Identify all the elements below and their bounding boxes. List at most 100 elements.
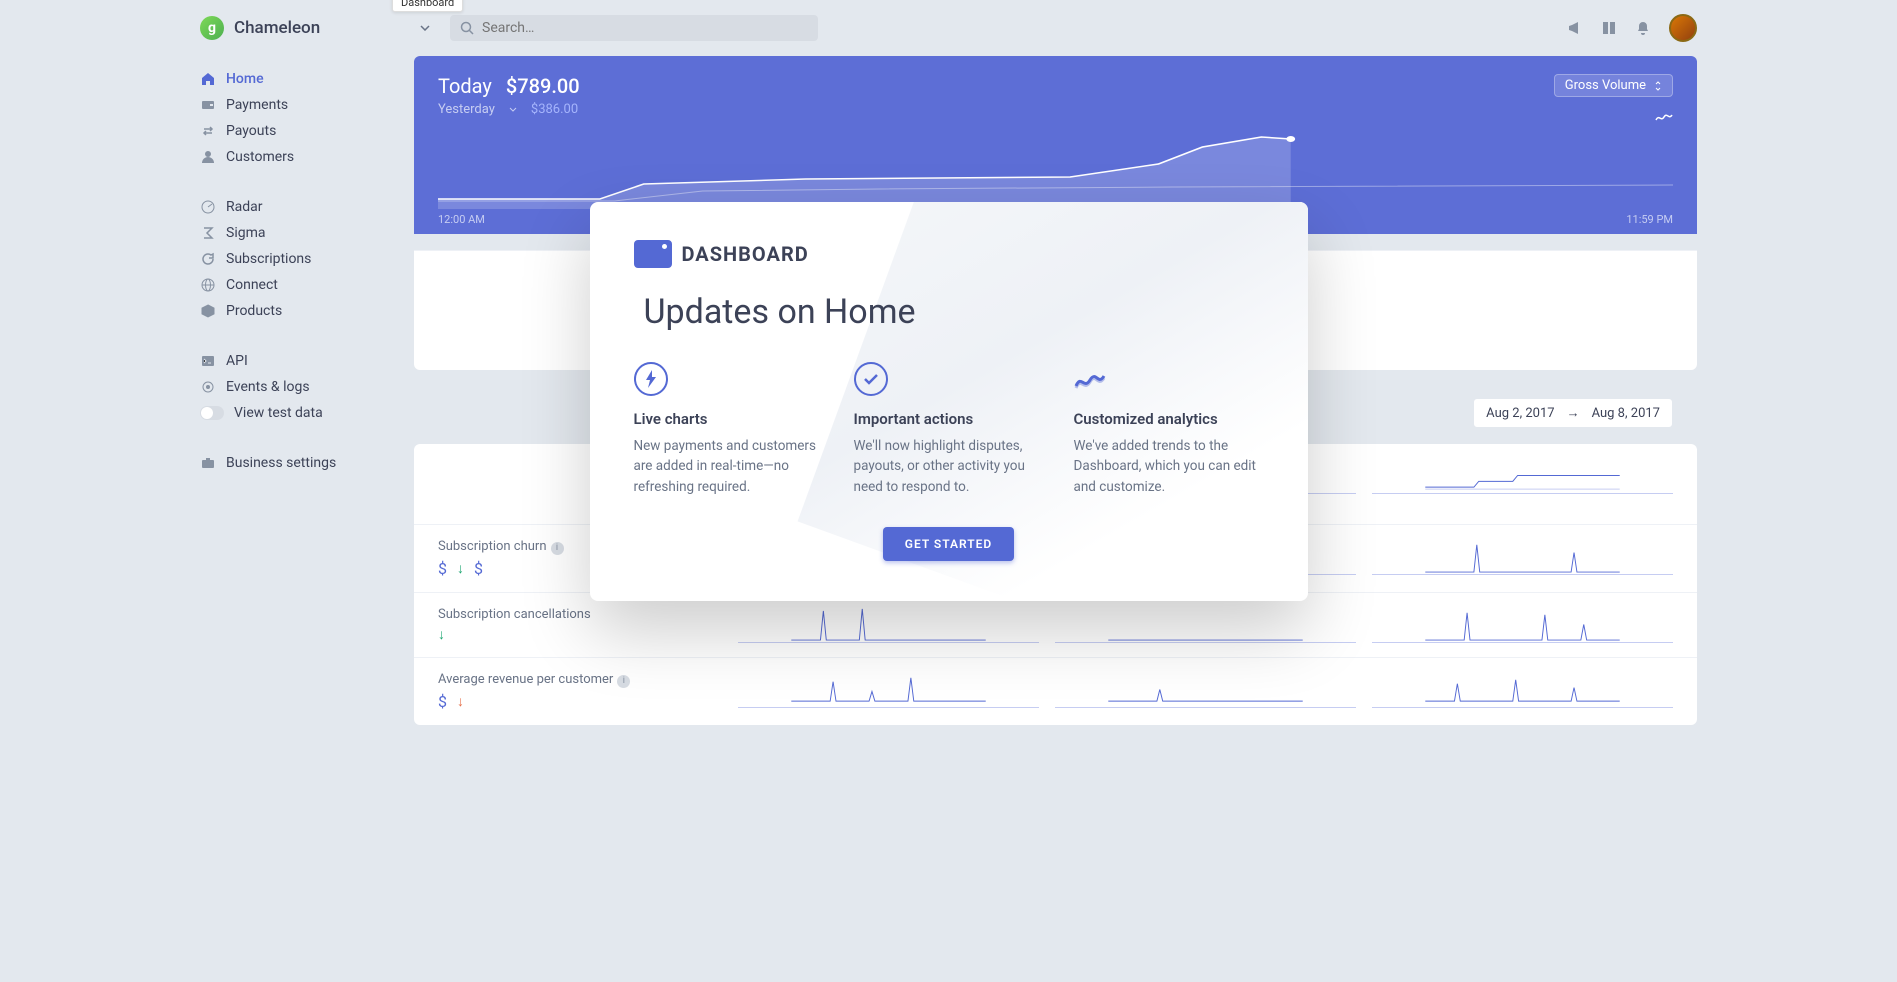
feature-title: Important actions bbox=[854, 410, 1044, 428]
feature-body: New payments and customers are added in … bbox=[634, 436, 824, 497]
metric-select[interactable]: Gross Volume bbox=[1554, 74, 1673, 97]
home-icon bbox=[200, 71, 216, 87]
feature-body: We'll now highlight disputes, payouts, o… bbox=[854, 436, 1044, 497]
sidebar-item-connect[interactable]: Connect bbox=[200, 272, 390, 298]
arrow-down-icon: ↓ bbox=[457, 560, 464, 577]
feature-live-charts: Live charts New payments and customers ar… bbox=[634, 362, 824, 497]
sidebar: Home Payments Payouts Customers Radar Sigma S… bbox=[200, 56, 390, 982]
sidebar-item-sigma[interactable]: Sigma bbox=[200, 220, 390, 246]
bell-icon[interactable] bbox=[1635, 20, 1651, 36]
docs-icon[interactable] bbox=[1601, 20, 1617, 36]
feature-title: Customized analytics bbox=[1074, 410, 1264, 428]
sidebar-item-events-logs[interactable]: Events & logs bbox=[200, 374, 390, 400]
sidebar-item-label: API bbox=[226, 353, 248, 369]
radar-icon bbox=[200, 199, 216, 215]
search-box[interactable] bbox=[450, 15, 818, 41]
header-actions bbox=[1567, 14, 1697, 42]
bolt-icon bbox=[634, 362, 668, 396]
feature-customized-analytics: Customized analytics We've added trends t… bbox=[1074, 362, 1264, 497]
feature-body: We've added trends to the Dashboard, whi… bbox=[1074, 436, 1264, 497]
sidebar-item-label: Business settings bbox=[226, 455, 336, 471]
sidebar-item-label: View test data bbox=[234, 405, 323, 421]
box-icon bbox=[200, 303, 216, 319]
wave-icon bbox=[1074, 362, 1108, 396]
account-dropdown[interactable]: Dashboard bbox=[412, 15, 438, 41]
modal-logo-text: DASHBOARD bbox=[682, 242, 809, 266]
arrow-down-icon: ↓ bbox=[438, 626, 445, 643]
today-amount: $789.00 bbox=[506, 74, 580, 98]
metric-compare: $ bbox=[474, 559, 483, 578]
sidebar-item-label: Events & logs bbox=[226, 379, 310, 395]
yesterday-label: Yesterday bbox=[438, 102, 495, 117]
search-icon bbox=[460, 21, 474, 35]
sidebar-item-radar[interactable]: Radar bbox=[200, 194, 390, 220]
briefcase-icon bbox=[200, 455, 216, 471]
sidebar-item-label: Radar bbox=[226, 199, 263, 215]
yesterday-amount: $386.00 bbox=[531, 102, 578, 117]
search-input[interactable] bbox=[482, 20, 808, 36]
metric-value: $ bbox=[438, 692, 447, 711]
today-label: Today bbox=[438, 74, 492, 98]
sidebar-item-label: Home bbox=[226, 71, 264, 87]
sidebar-item-products[interactable]: Products bbox=[200, 298, 390, 324]
chevron-down-icon[interactable] bbox=[412, 15, 438, 41]
metric-label: Subscription churn bbox=[438, 539, 547, 554]
toggle-icon[interactable] bbox=[200, 406, 224, 420]
sidebar-item-payouts[interactable]: Payouts bbox=[200, 118, 390, 144]
refresh-icon bbox=[200, 251, 216, 267]
feature-important-actions: Important actions We'll now highlight dis… bbox=[854, 362, 1044, 497]
sidebar-item-label: Payments bbox=[226, 97, 288, 113]
sidebar-item-business-settings[interactable]: Business settings bbox=[200, 450, 390, 476]
date-range-picker[interactable]: Aug 2, 2017 → Aug 8, 2017 bbox=[1473, 398, 1673, 428]
sidebar-item-view-test-data[interactable]: View test data bbox=[200, 400, 390, 426]
chart-end-time: 11:59 PM bbox=[1626, 213, 1673, 226]
brand-logo-icon: g bbox=[200, 16, 224, 40]
sidebar-item-subscriptions[interactable]: Subscriptions bbox=[200, 246, 390, 272]
user-icon bbox=[200, 149, 216, 165]
globe-icon bbox=[200, 277, 216, 293]
sidebar-item-label: Products bbox=[226, 303, 282, 319]
sidebar-item-customers[interactable]: Customers bbox=[200, 144, 390, 170]
sidebar-item-label: Connect bbox=[226, 277, 278, 293]
metric-value: $ bbox=[438, 559, 447, 578]
arrow-right-icon: → bbox=[1567, 405, 1580, 421]
sidebar-item-api[interactable]: API bbox=[200, 348, 390, 374]
chart-start-time: 12:00 AM bbox=[438, 213, 485, 226]
sidebar-item-payments[interactable]: Payments bbox=[200, 92, 390, 118]
dot-icon bbox=[200, 379, 216, 395]
sidebar-item-home[interactable]: Home bbox=[200, 66, 390, 92]
modal-logo: DASHBOARD bbox=[634, 240, 1264, 268]
feature-title: Live charts bbox=[634, 410, 824, 428]
sidebar-item-label: Payouts bbox=[226, 123, 276, 139]
hero-chart bbox=[438, 129, 1673, 209]
check-icon bbox=[854, 362, 888, 396]
info-icon[interactable]: i bbox=[551, 542, 564, 555]
transfer-icon bbox=[200, 123, 216, 139]
header: g Chameleon Dashboard bbox=[200, 0, 1697, 56]
chevron-down-icon[interactable] bbox=[509, 107, 517, 112]
date-to: Aug 8, 2017 bbox=[1592, 406, 1660, 421]
brand-group: g Chameleon bbox=[200, 16, 400, 40]
metric-select-label: Gross Volume bbox=[1565, 78, 1646, 93]
sigma-icon bbox=[200, 225, 216, 241]
onboarding-modal: DASHBOARD Updates on Home Live charts New… bbox=[590, 202, 1308, 601]
trend-line-icon bbox=[1655, 112, 1673, 122]
sidebar-item-label: Subscriptions bbox=[226, 251, 311, 267]
get-started-button[interactable]: GET STARTED bbox=[883, 527, 1014, 561]
announcement-icon[interactable] bbox=[1567, 20, 1583, 36]
date-from: Aug 2, 2017 bbox=[1486, 406, 1554, 421]
avatar[interactable] bbox=[1669, 14, 1697, 42]
brand-name: Chameleon bbox=[234, 18, 320, 38]
sidebar-item-label: Customers bbox=[226, 149, 294, 165]
metric-label: Average revenue per customer bbox=[438, 672, 613, 687]
info-icon[interactable]: i bbox=[617, 675, 630, 688]
metric-label: Subscription cancellations bbox=[438, 607, 591, 622]
metric-row: Subscription cancellations ↓ bbox=[414, 593, 1697, 658]
account-tooltip: Dashboard bbox=[392, 0, 463, 12]
sidebar-item-label: Sigma bbox=[226, 225, 265, 241]
modal-title: Updates on Home bbox=[644, 292, 1264, 332]
terminal-icon bbox=[200, 353, 216, 369]
wallet-icon bbox=[200, 97, 216, 113]
metric-row: Average revenue per customer i $ ↓ bbox=[414, 658, 1697, 725]
arrow-down-icon: ↓ bbox=[457, 693, 464, 710]
